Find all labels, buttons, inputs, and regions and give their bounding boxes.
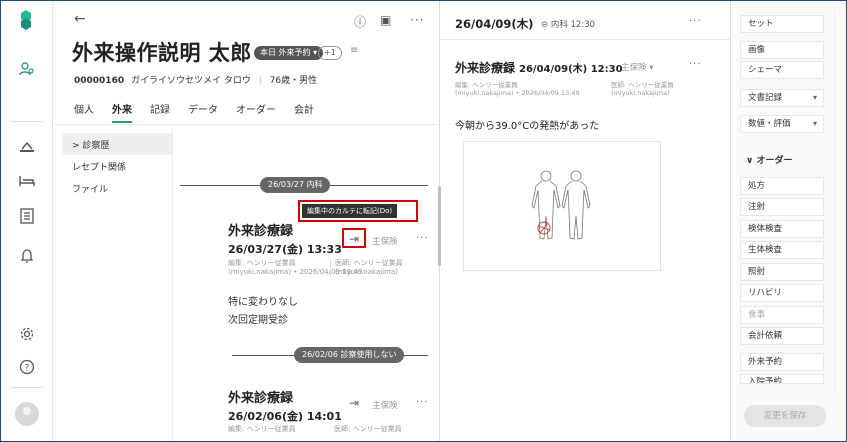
subnav-receipt[interactable]: レセプト関係 — [62, 155, 172, 177]
visit-record-more-icon[interactable]: ··· — [689, 59, 702, 70]
reception-icon[interactable] — [15, 135, 39, 159]
patient-tabs: 個人 外来 記録 データ オーダー 会計 — [74, 101, 332, 123]
visit-date: 26/04/09(木) — [455, 17, 534, 31]
outpatient-subnav: > 診察歴 レセプト関係 ファイル — [62, 133, 172, 199]
tooltip-highlight — [298, 200, 418, 222]
list-icon[interactable] — [15, 204, 39, 228]
order-meal[interactable]: 食事 — [740, 306, 824, 324]
order-physiological-test[interactable]: 生体検査 — [740, 241, 824, 259]
svg-text:?: ? — [25, 364, 30, 374]
tab-data[interactable]: データ — [188, 101, 218, 123]
date-pill: 26/02/06 診察使用しない — [294, 347, 405, 363]
subnav-divider — [172, 129, 173, 441]
tab-billing[interactable]: 会計 — [294, 101, 314, 123]
patient-age-sex: 76歳・男性 — [269, 76, 318, 86]
visit-title-date: 26/04/09(木) 12:30 — [519, 64, 623, 75]
order-billing-request[interactable]: 会計依頼 — [740, 327, 824, 345]
tab-outpatient[interactable]: 外来 — [112, 101, 132, 123]
menu-icon[interactable]: ≡ — [350, 45, 358, 56]
record-date: 26/03/27(金) 13:33 — [228, 243, 342, 256]
visit-doctor-detail: (miyuki.nakajima) — [611, 89, 670, 97]
document-dropdown[interactable]: 文書記録 — [740, 89, 824, 107]
schema-image[interactable] — [463, 141, 661, 271]
visit-editor-detail: (miyuki.nakajima) • 2026/04/09 13:49 — [455, 89, 580, 97]
visit-editor-name: 編集: ヘンリー従業員 — [455, 81, 518, 89]
order-specimen-test[interactable]: 検体検査 — [740, 220, 824, 238]
date-pill: 26/03/27 内科 — [260, 177, 331, 193]
help-icon[interactable]: ? — [15, 355, 39, 379]
schema-button[interactable]: シェーマ — [740, 61, 824, 79]
patient-name: 外来操作説明 太郎 — [72, 41, 252, 65]
transfer-icon-highlight — [342, 228, 366, 248]
order-sidebar: セット 画像 シェーマ 文書記録 数値・評価 ∨ オーダー 処方 注射 検体検査… — [732, 1, 846, 441]
visit-note-text[interactable]: 今朝から39.0°Cの発熱があった — [455, 117, 599, 132]
tab-records[interactable]: 記録 — [150, 101, 170, 123]
subnav-visit-history[interactable]: > 診察歴 — [62, 133, 172, 155]
set-button[interactable]: セット — [740, 15, 824, 33]
visit-editor: 編集: ヘンリー従業員 (miyuki.nakajima) • 2026/04/… — [455, 81, 580, 97]
visit-insurance-select[interactable]: 主保険 ▾ — [621, 61, 653, 73]
record-body-line: 特に変わりなし — [228, 297, 298, 308]
patient-id-line: 00000160 ガイライソウセツメイ タロウ | 76歳・男性 — [74, 73, 317, 86]
values-dropdown[interactable]: 数値・評価 — [740, 115, 824, 133]
logo-icon[interactable] — [19, 9, 33, 31]
visit-department-link[interactable]: ⊝ 内科 12:30 — [541, 18, 595, 30]
info-icon[interactable]: ⓘ — [354, 13, 366, 30]
record-title: 外来診療録 — [228, 391, 294, 406]
subnav-files[interactable]: ファイル — [62, 177, 172, 199]
order-radiation[interactable]: 照射 — [740, 263, 824, 281]
appointment-badge[interactable]: 本日 外来予約 ▾ — [254, 46, 324, 60]
visit-doctor: 医師: ヘンリー従業員 (miyuki.nakajima) — [611, 81, 674, 97]
save-changes-button[interactable]: 変更を保存 — [744, 405, 826, 427]
visit-doctor-name: 医師: ヘンリー従業員 — [611, 81, 674, 89]
order-section-header[interactable]: ∨ オーダー — [746, 153, 792, 166]
divider: | — [258, 76, 262, 86]
more-icon[interactable]: ··· — [410, 13, 424, 27]
extra-count-badge[interactable]: +1 — [318, 46, 342, 60]
record-doctor: 医師: ヘンリー従業員 — [334, 425, 402, 433]
record-more-icon[interactable]: ··· — [416, 233, 429, 244]
image-button[interactable]: 画像 — [740, 41, 824, 59]
patient-search-icon[interactable] — [15, 57, 39, 81]
record-title: 外来診療録 — [228, 224, 294, 239]
user-avatar[interactable] — [15, 402, 39, 426]
record-date: 26/02/06(金) 14:01 — [228, 410, 342, 423]
order-rehab[interactable]: リハビリ — [740, 284, 824, 302]
body-diagram-icon — [531, 170, 591, 240]
bell-icon[interactable] — [15, 244, 39, 268]
order-admission-appointment[interactable]: 入院予約 — [740, 374, 824, 384]
order-prescription[interactable]: 処方 — [740, 177, 824, 195]
sidebar-scrollbar[interactable] — [834, 11, 835, 391]
rail-divider-bottom — [11, 387, 43, 388]
visit-title-text: 外来診療録 — [455, 61, 516, 75]
record-editor: 編集: ヘンリー従業員 — [228, 425, 296, 433]
record-body-line: 次回定期受診 — [228, 315, 288, 326]
nav-rail: ? — [1, 1, 53, 441]
rail-divider — [11, 121, 43, 122]
order-outpatient-appointment[interactable]: 外来予約 — [740, 353, 824, 371]
tab-personal[interactable]: 個人 — [74, 101, 94, 123]
doctor-name: 医師: ヘンリー従業員 — [335, 259, 403, 267]
card-icon[interactable]: ▣ — [380, 13, 391, 27]
tab-orders[interactable]: オーダー — [236, 101, 276, 123]
transfer-icon[interactable]: ⇥ — [349, 396, 359, 410]
current-visit-panel: 26/04/09(木) ⊝ 内科 12:30 ··· 外来診療録 26/04/09… — [441, 1, 731, 441]
patient-panel: ← ⓘ ▣ ··· 外来操作説明 太郎 本日 外来予約 ▾ +1 ≡ 00000… — [54, 1, 440, 441]
record-doctor: 医師: ヘンリー従業員 (miyuki.nakajima) — [330, 259, 403, 277]
doctor-detail: (miyuki.nakajima) — [335, 268, 398, 276]
visit-record-title: 外来診療録 26/04/09(木) 12:30 — [455, 59, 623, 76]
settings-icon[interactable] — [15, 322, 39, 346]
visit-header-divider — [441, 39, 731, 40]
patient-id: 00000160 — [74, 76, 125, 86]
visit-more-icon[interactable]: ··· — [689, 16, 702, 27]
order-injection[interactable]: 注射 — [740, 198, 824, 216]
record-more-icon[interactable]: ··· — [416, 397, 429, 408]
bed-icon[interactable] — [15, 169, 39, 193]
insurance-label: 主保険 — [372, 401, 398, 411]
back-arrow-icon[interactable]: ← — [74, 11, 86, 27]
insurance-label: 主保険 — [372, 237, 398, 247]
patient-kana: ガイライソウセツメイ タロウ — [130, 76, 251, 86]
visit-record-list: 26/03/27 内科 編集中のカルテに転記(Do) 外来診療録 ⇥ 主保険 ·… — [174, 125, 440, 441]
